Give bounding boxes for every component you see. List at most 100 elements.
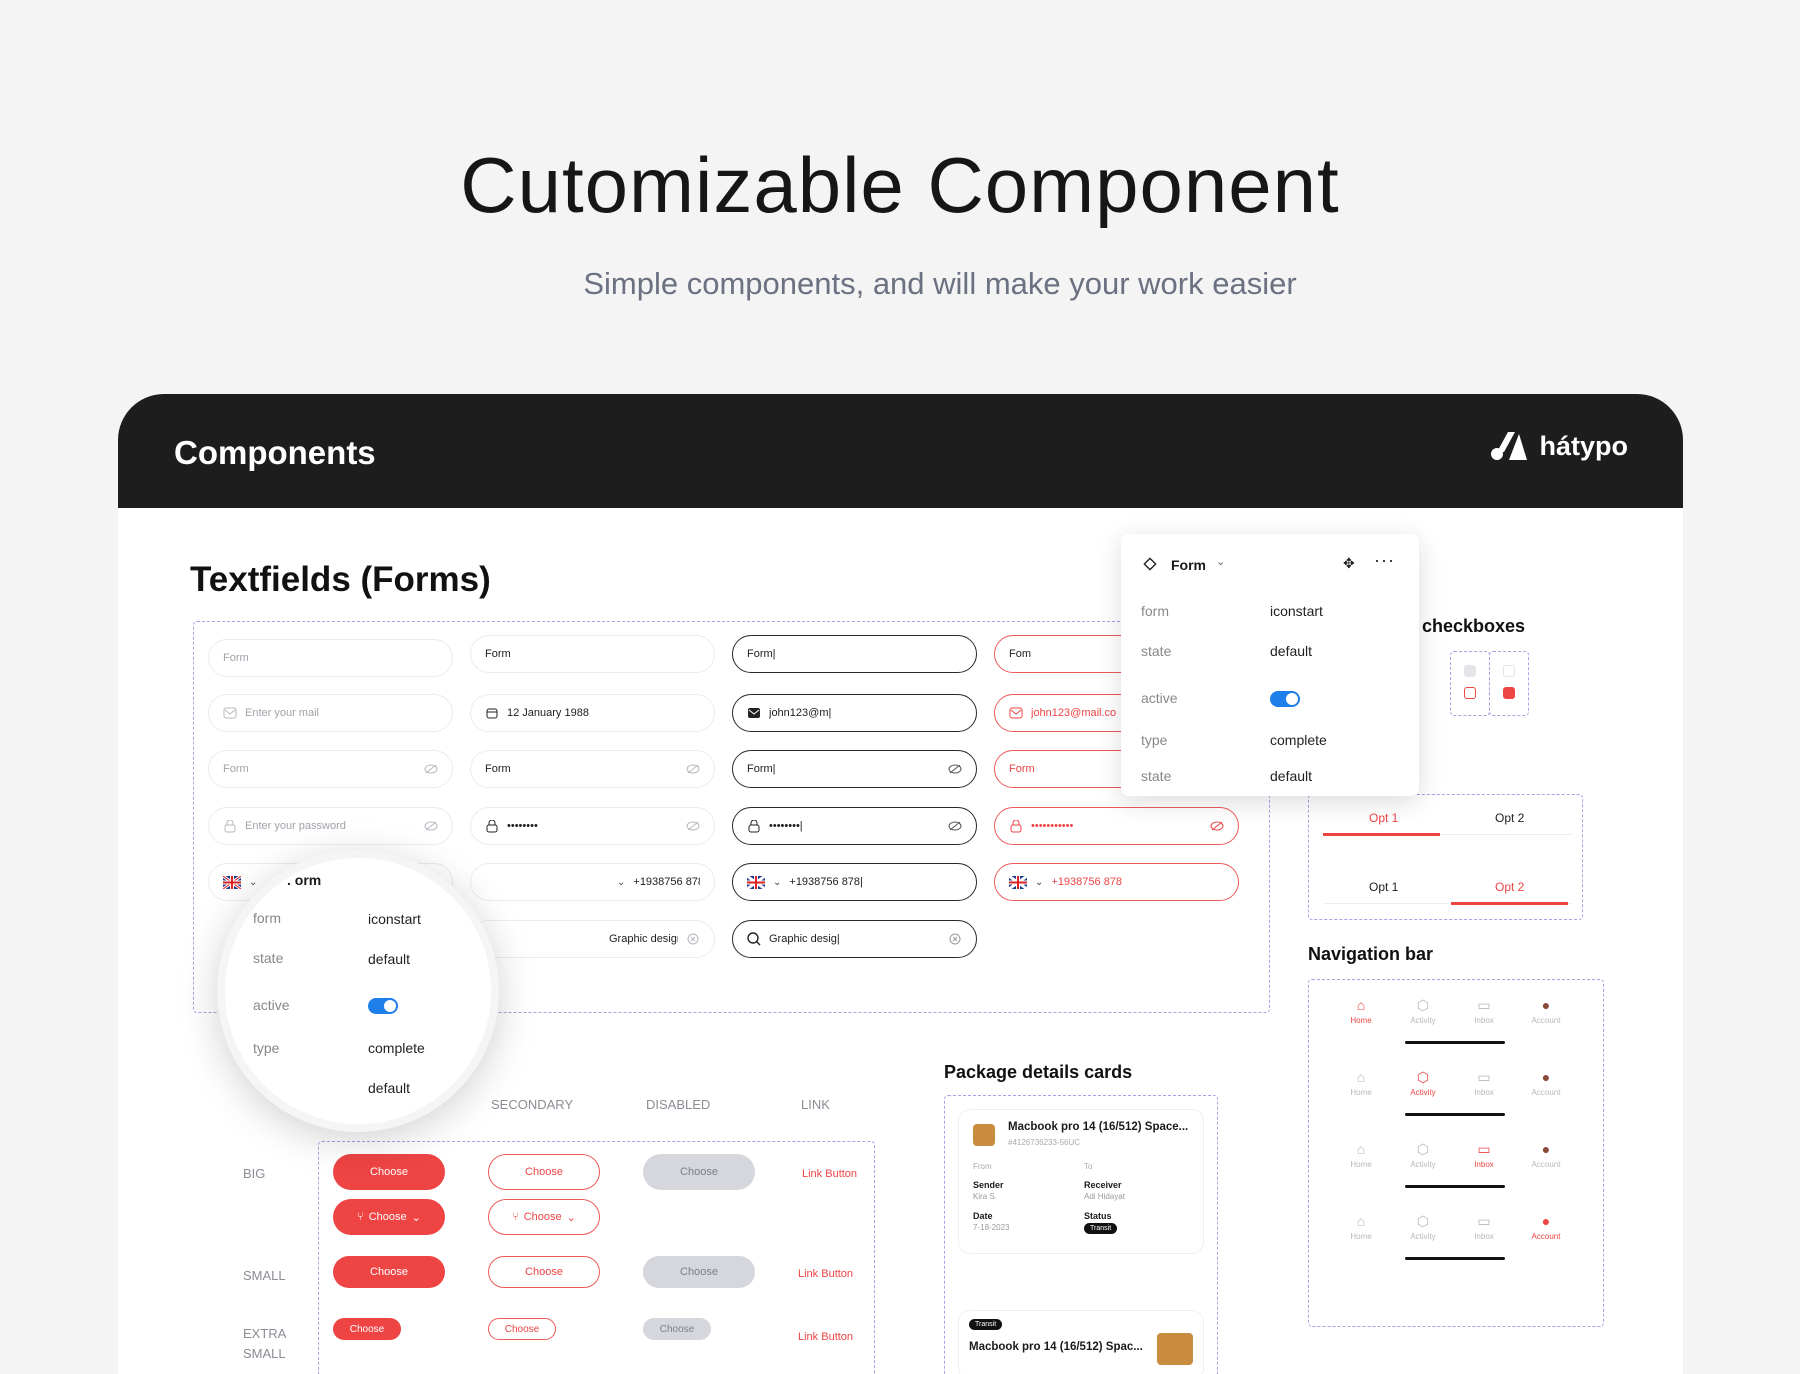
nav-item-account[interactable]: ● Account (1521, 997, 1571, 1025)
field-text: john123@m| (769, 707, 832, 719)
disabled-button[interactable]: Choose (643, 1318, 711, 1340)
nav-item-activity[interactable]: ⬡ Activity (1398, 997, 1448, 1025)
eye-off-icon[interactable] (686, 819, 700, 833)
password-field[interactable]: Enter your password (208, 807, 453, 845)
prop-value-dropdown[interactable]: default (1270, 768, 1312, 784)
chevron-down-icon[interactable]: ⌄ (617, 877, 625, 888)
secondary-button[interactable]: Choose (488, 1154, 600, 1190)
nav-item-inbox[interactable]: ▭ Inbox (1459, 1069, 1509, 1097)
secondary-button[interactable]: ⑂ Choose ⌄ (488, 1199, 600, 1235)
component-icon (1143, 557, 1157, 576)
form-field[interactable]: Form (470, 750, 715, 788)
checkbox[interactable] (1464, 665, 1476, 677)
eye-off-icon[interactable] (424, 819, 438, 833)
chevron-down-icon[interactable]: ⌄ (1216, 555, 1225, 568)
nav-item-inbox[interactable]: ▭ Inbox (1459, 997, 1509, 1025)
nav-item-account[interactable]: ● Account (1521, 1213, 1571, 1241)
link-button[interactable]: Link Button (798, 1331, 853, 1343)
prop-value-dropdown[interactable]: iconstart (1270, 603, 1323, 619)
password-field[interactable]: •••••••• (470, 807, 715, 845)
chevron-down-icon[interactable]: ⌄ (249, 877, 257, 888)
password-field[interactable]: ••••••••••• (994, 807, 1239, 845)
prop-value-dropdown[interactable]: default (368, 951, 410, 967)
clear-icon[interactable] (686, 932, 700, 946)
active-toggle[interactable] (1270, 691, 1300, 707)
search-field[interactable]: Graphic designer (470, 920, 715, 958)
button-label: Choose (504, 1323, 540, 1335)
checkbox[interactable] (1503, 665, 1515, 677)
phone-field[interactable]: ⌄ +1938756 878 (994, 863, 1239, 901)
nav-item-activity[interactable]: ⬡ Activity (1398, 1141, 1448, 1169)
branch-icon: ⑂ (357, 1211, 364, 1223)
nav-item-inbox[interactable]: ▭ Inbox (1459, 1213, 1509, 1241)
clear-icon[interactable] (948, 932, 962, 946)
nav-item-home[interactable]: ⌂ Home (1336, 1213, 1386, 1241)
link-button[interactable]: Link Button (802, 1168, 857, 1180)
prop-value-dropdown[interactable]: complete (368, 1040, 425, 1056)
prop-value-dropdown[interactable]: default (1270, 643, 1312, 659)
field-text: Form (223, 763, 249, 775)
password-field[interactable]: ••••••••| (732, 807, 977, 845)
status-badge: Transit (969, 1319, 1003, 1330)
prop-label: state (253, 950, 284, 966)
eye-off-icon[interactable] (948, 762, 962, 776)
prop-value-dropdown[interactable]: default (368, 1080, 410, 1096)
panel-title: Components (174, 434, 376, 471)
component-variants-icon[interactable]: ✥ (1343, 555, 1355, 572)
nav-item-home[interactable]: ⌂ Home (1336, 997, 1386, 1025)
nav-item-home[interactable]: ⌂ Home (1336, 1141, 1386, 1169)
primary-button[interactable]: Choose (333, 1154, 445, 1190)
nav-item-home[interactable]: ⌂ Home (1336, 1069, 1386, 1097)
nav-item-activity[interactable]: ⬡ Activity (1398, 1213, 1448, 1241)
tab-opt2[interactable]: Opt 2 (1495, 811, 1524, 825)
button-label: Choose (370, 1166, 408, 1178)
date-field[interactable]: 12 January 1988 (470, 694, 715, 732)
date-label: Date (973, 1211, 993, 1221)
active-toggle[interactable] (368, 998, 398, 1014)
form-field[interactable]: Form| (732, 750, 977, 788)
search-field[interactable]: Graphic desig| (732, 920, 977, 958)
tab-opt2[interactable]: Opt 2 (1495, 880, 1524, 894)
form-field[interactable]: Form (208, 639, 453, 677)
tab-opt1[interactable]: Opt 1 (1369, 880, 1398, 894)
nav-item-account[interactable]: ● Account (1521, 1141, 1571, 1169)
form-field[interactable]: Form (470, 635, 715, 673)
chevron-down-icon[interactable]: ⌄ (773, 877, 781, 888)
eye-off-icon[interactable] (424, 762, 438, 776)
email-field[interactable]: john123@m| (732, 694, 977, 732)
from-label: From (973, 1162, 992, 1171)
chevron-down-icon[interactable]: ⌄ (1035, 877, 1043, 888)
tab-opt1[interactable]: Opt 1 (1369, 811, 1398, 825)
prop-value-dropdown[interactable]: iconstart (368, 911, 421, 927)
form-field[interactable]: Form (208, 750, 453, 788)
link-button[interactable]: Link Button (798, 1268, 853, 1280)
primary-button[interactable]: ⑂ Choose ⌄ (333, 1199, 445, 1235)
more-icon[interactable]: ··· (1374, 550, 1395, 571)
secondary-button[interactable]: Choose (488, 1256, 600, 1288)
phone-field[interactable]: ⌄ +1938756 878 (470, 863, 715, 901)
email-field[interactable]: Enter your mail (208, 694, 453, 732)
button-label: Choose (370, 1266, 408, 1278)
primary-button[interactable]: Choose (333, 1256, 445, 1288)
eye-off-icon[interactable] (686, 762, 700, 776)
checkbox[interactable] (1464, 687, 1476, 699)
eye-off-icon[interactable] (1210, 819, 1224, 833)
disabled-button[interactable]: Choose (643, 1154, 755, 1190)
branch-icon: ⑂ (512, 1211, 519, 1223)
package-card[interactable]: Macbook pro 14 (16/512) Space... #412673… (958, 1109, 1204, 1254)
prop-label: active (1141, 690, 1178, 706)
prop-value-dropdown[interactable]: complete (1270, 732, 1327, 748)
nav-item-activity[interactable]: ⬡ Activity (1398, 1069, 1448, 1097)
nav-item-account[interactable]: ● Account (1521, 1069, 1571, 1097)
form-field[interactable]: Form| (732, 635, 977, 673)
primary-button[interactable]: Choose (333, 1318, 401, 1340)
eye-off-icon[interactable] (948, 819, 962, 833)
secondary-button[interactable]: Choose (488, 1318, 556, 1340)
home-indicator (1405, 1041, 1505, 1044)
phone-field[interactable]: ⌄ +1938756 878| (732, 863, 977, 901)
checkboxes-heading: checkboxes (1422, 616, 1526, 636)
nav-item-inbox[interactable]: ▭ Inbox (1459, 1141, 1509, 1169)
checkbox-checked[interactable] (1503, 687, 1515, 699)
disabled-button[interactable]: Choose (643, 1256, 755, 1288)
package-card[interactable]: Transit Macbook pro 14 (16/512) Spac... (958, 1310, 1204, 1374)
